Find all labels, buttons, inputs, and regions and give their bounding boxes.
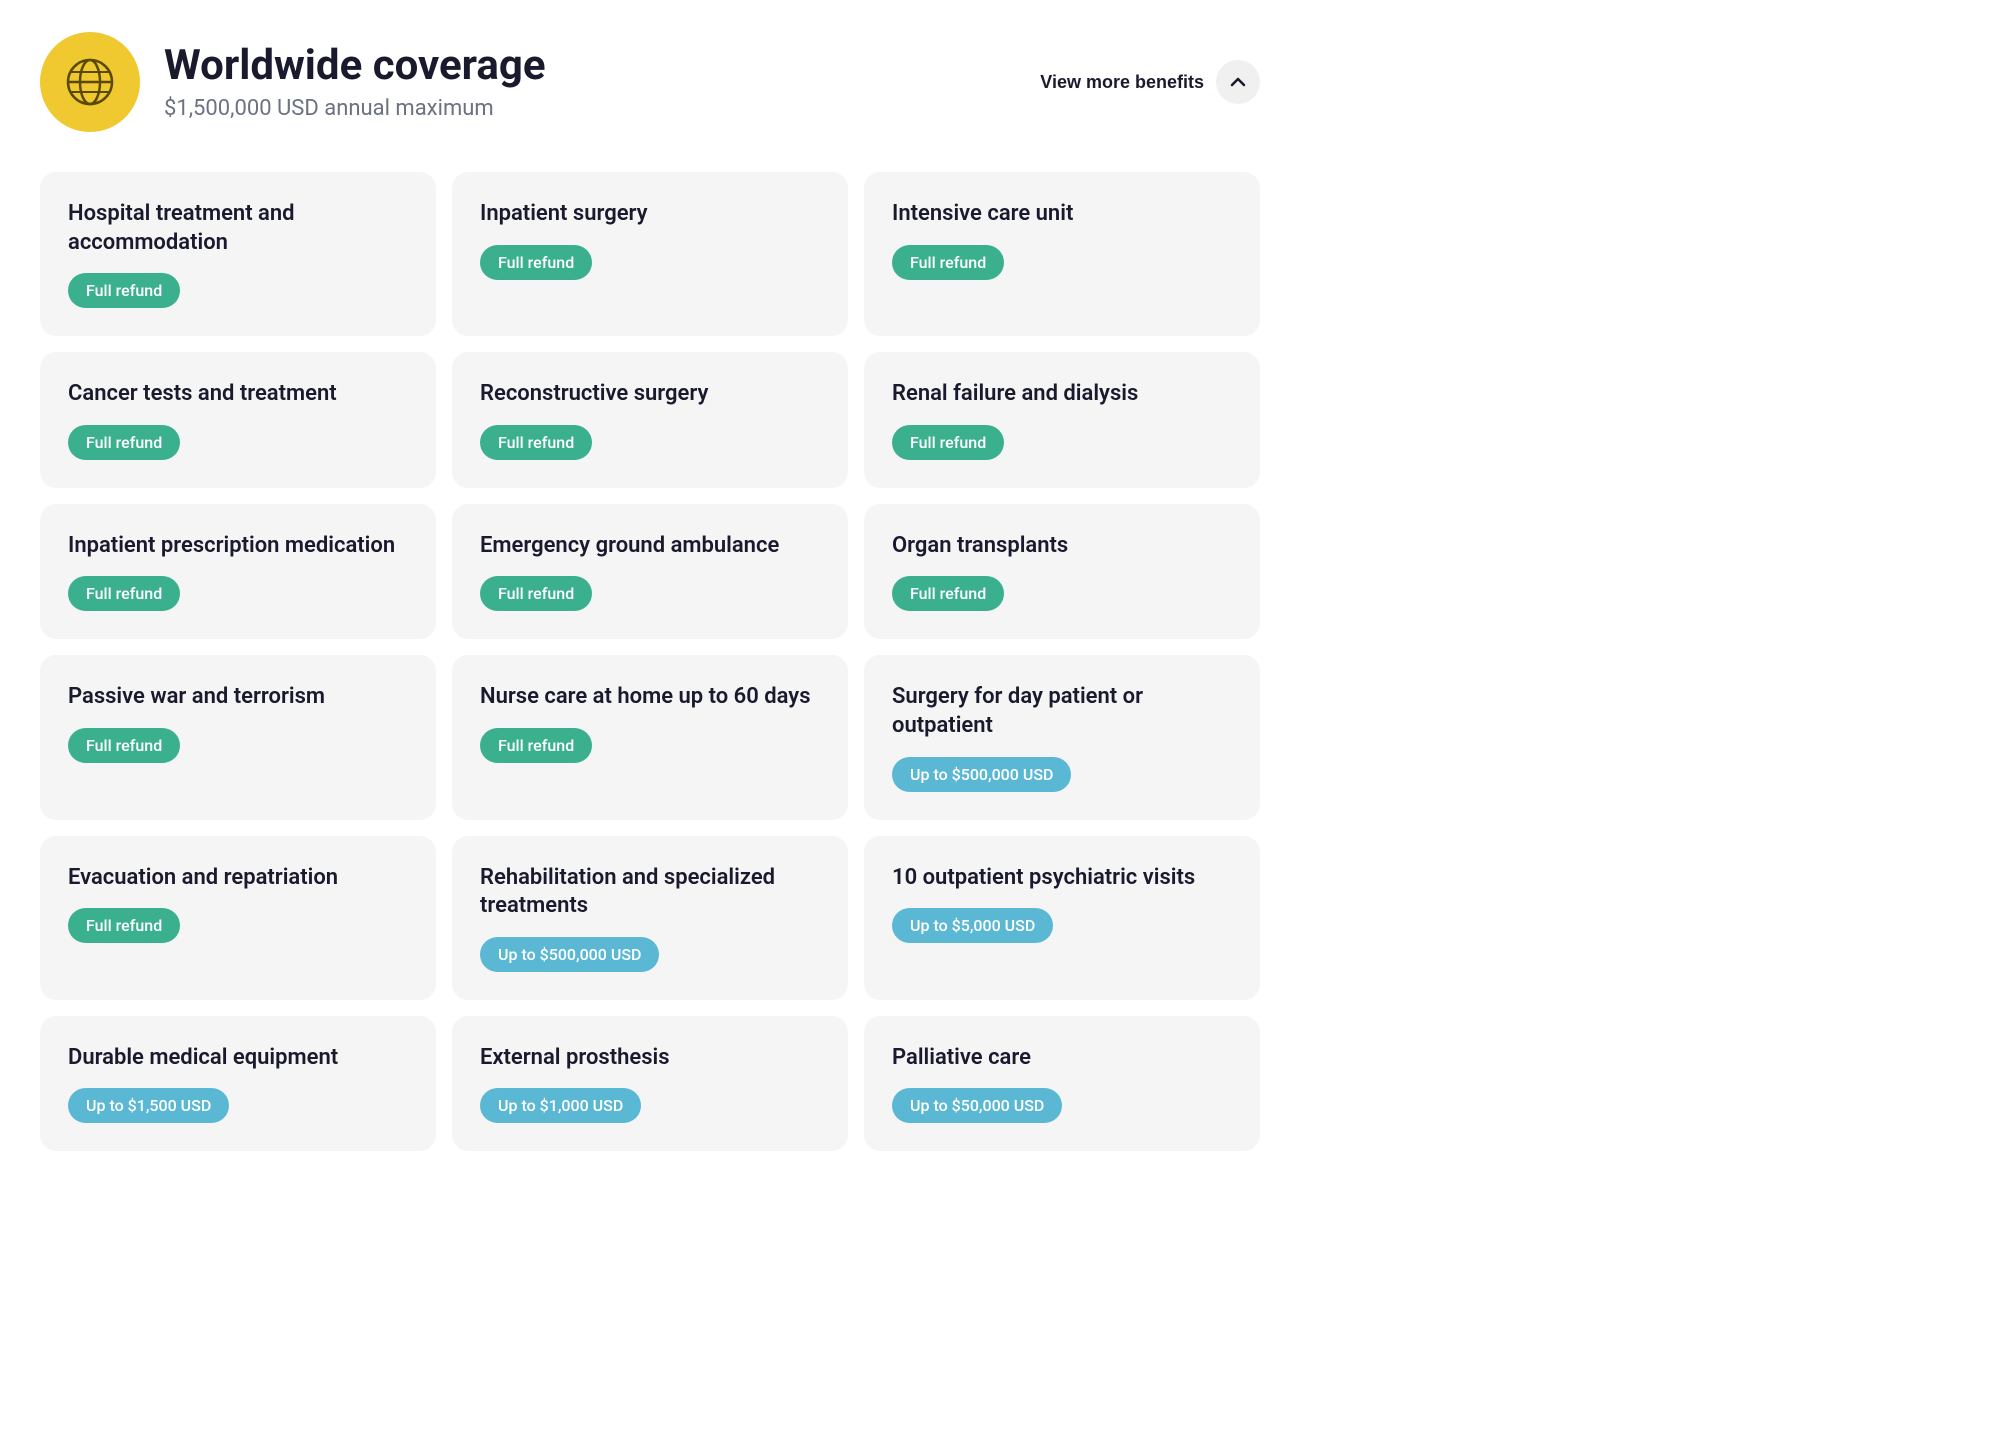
- card-badge: Up to $50,000 USD: [892, 1088, 1062, 1123]
- card-badge: Full refund: [68, 908, 180, 943]
- benefit-card: Intensive care unit Full refund: [864, 172, 1260, 336]
- card-badge: Full refund: [892, 576, 1004, 611]
- card-title: Rehabilitation and specialized treatment…: [480, 864, 820, 921]
- card-badge: Up to $1,000 USD: [480, 1088, 641, 1123]
- benefit-card: Emergency ground ambulance Full refund: [452, 504, 848, 640]
- page-title: Worldwide coverage: [164, 43, 546, 89]
- benefit-card: Organ transplants Full refund: [864, 504, 1260, 640]
- card-title: External prosthesis: [480, 1044, 820, 1073]
- card-title: Passive war and terrorism: [68, 683, 408, 712]
- card-title: Emergency ground ambulance: [480, 532, 820, 561]
- benefits-grid: Hospital treatment and accommodation Full…: [40, 172, 1260, 1151]
- card-badge: Full refund: [480, 728, 592, 763]
- header-left: Worldwide coverage $1,500,000 USD annual…: [40, 32, 546, 132]
- globe-icon: [64, 56, 116, 108]
- benefit-card: External prosthesis Up to $1,000 USD: [452, 1016, 848, 1152]
- card-badge: Up to $5,000 USD: [892, 908, 1053, 943]
- card-title: Cancer tests and treatment: [68, 380, 408, 409]
- benefit-card: Nurse care at home up to 60 days Full ref…: [452, 655, 848, 819]
- view-more-button[interactable]: View more benefits: [1040, 72, 1204, 93]
- benefit-card: Reconstructive surgery Full refund: [452, 352, 848, 488]
- card-badge: Full refund: [480, 245, 592, 280]
- card-title: Renal failure and dialysis: [892, 380, 1232, 409]
- card-title: 10 outpatient psychiatric visits: [892, 864, 1232, 893]
- benefit-card: Durable medical equipment Up to $1,500 US…: [40, 1016, 436, 1152]
- header-right: View more benefits: [1040, 60, 1260, 104]
- card-title: Intensive care unit: [892, 200, 1232, 229]
- card-title: Inpatient prescription medication: [68, 532, 408, 561]
- benefit-card: Hospital treatment and accommodation Full…: [40, 172, 436, 336]
- card-badge: Full refund: [68, 576, 180, 611]
- benefit-card: Palliative care Up to $50,000 USD: [864, 1016, 1260, 1152]
- card-title: Evacuation and repatriation: [68, 864, 408, 893]
- benefit-card: Cancer tests and treatment Full refund: [40, 352, 436, 488]
- chevron-up-button[interactable]: [1216, 60, 1260, 104]
- benefit-card: 10 outpatient psychiatric visits Up to $5…: [864, 836, 1260, 1000]
- card-title: Hospital treatment and accommodation: [68, 200, 408, 257]
- globe-icon-wrapper: [40, 32, 140, 132]
- card-badge: Full refund: [480, 425, 592, 460]
- header-text: Worldwide coverage $1,500,000 USD annual…: [164, 43, 546, 120]
- card-badge: Full refund: [68, 728, 180, 763]
- card-badge: Up to $500,000 USD: [892, 757, 1071, 792]
- card-title: Durable medical equipment: [68, 1044, 408, 1073]
- card-badge: Full refund: [480, 576, 592, 611]
- card-title: Nurse care at home up to 60 days: [480, 683, 820, 712]
- card-title: Organ transplants: [892, 532, 1232, 561]
- card-badge: Full refund: [892, 425, 1004, 460]
- benefit-card: Surgery for day patient or outpatient Up …: [864, 655, 1260, 819]
- benefit-card: Rehabilitation and specialized treatment…: [452, 836, 848, 1000]
- benefit-card: Inpatient prescription medication Full re…: [40, 504, 436, 640]
- card-title: Palliative care: [892, 1044, 1232, 1073]
- page-header: Worldwide coverage $1,500,000 USD annual…: [40, 32, 1260, 132]
- chevron-up-icon: [1228, 72, 1248, 92]
- card-badge: Full refund: [68, 425, 180, 460]
- card-badge: Full refund: [68, 273, 180, 308]
- page-subtitle: $1,500,000 USD annual maximum: [164, 96, 546, 121]
- benefit-card: Inpatient surgery Full refund: [452, 172, 848, 336]
- benefit-card: Renal failure and dialysis Full refund: [864, 352, 1260, 488]
- card-badge: Up to $1,500 USD: [68, 1088, 229, 1123]
- card-badge: Up to $500,000 USD: [480, 937, 659, 972]
- benefit-card: Passive war and terrorism Full refund: [40, 655, 436, 819]
- card-title: Inpatient surgery: [480, 200, 820, 229]
- card-badge: Full refund: [892, 245, 1004, 280]
- benefit-card: Evacuation and repatriation Full refund: [40, 836, 436, 1000]
- card-title: Reconstructive surgery: [480, 380, 820, 409]
- card-title: Surgery for day patient or outpatient: [892, 683, 1232, 740]
